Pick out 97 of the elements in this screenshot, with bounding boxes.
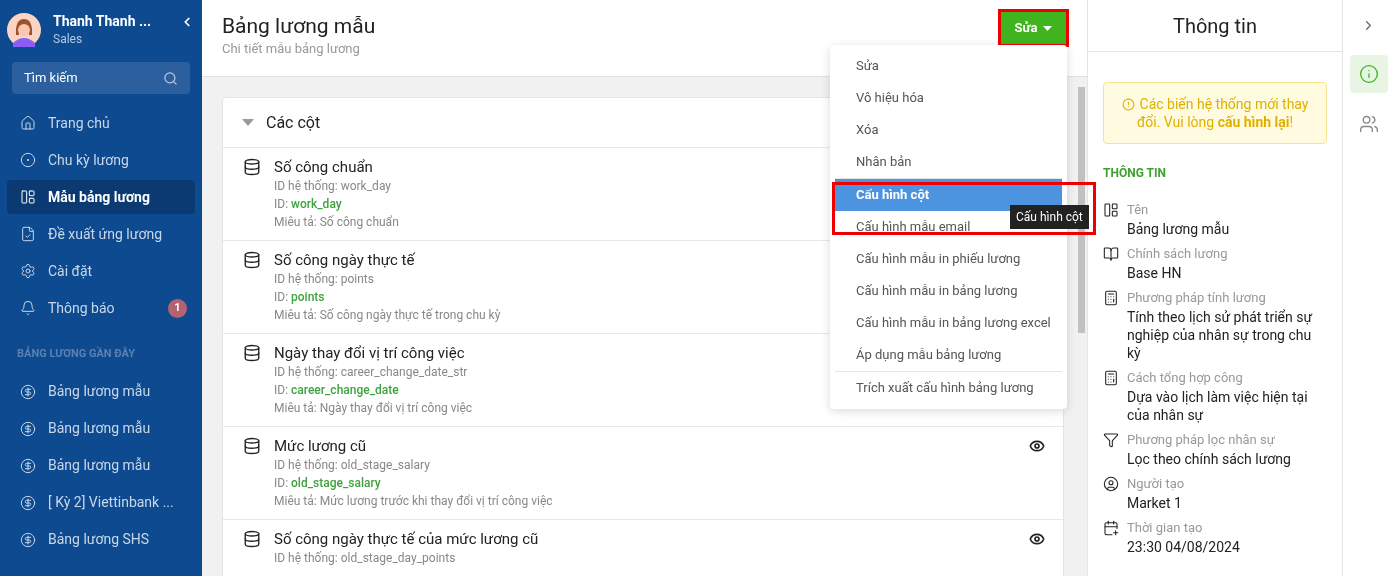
book-icon bbox=[1103, 246, 1119, 262]
menu-item[interactable]: Vô hiệu hóa bbox=[835, 82, 1062, 114]
database-icon bbox=[243, 158, 261, 176]
field-value: Market 1 bbox=[1127, 494, 1183, 512]
column-name: Mức lương cũ bbox=[274, 436, 366, 456]
field-value: 23:30 04/08/2024 bbox=[1127, 538, 1240, 556]
nav-item[interactable]: Trang chủ bbox=[7, 106, 195, 140]
section-heading: BẢNG LƯƠNG GẦN ĐÂY bbox=[17, 346, 136, 362]
circle-icon bbox=[20, 152, 36, 168]
dollar-icon bbox=[20, 457, 36, 474]
document-icon bbox=[20, 226, 36, 242]
page-subtitle: Chi tiết mẫu bảng lương bbox=[222, 40, 360, 58]
layout-icon bbox=[1103, 202, 1119, 218]
search-field[interactable]: Tìm kiếm bbox=[12, 62, 190, 94]
calendar-icon bbox=[1103, 520, 1119, 536]
menu-item[interactable]: Áp dụng mẫu bảng lương bbox=[835, 339, 1062, 371]
dollar-icon bbox=[20, 494, 36, 511]
nav-item[interactable]: Cài đặt bbox=[7, 254, 195, 288]
database-icon bbox=[243, 251, 261, 269]
field-value: Base HN bbox=[1127, 264, 1183, 282]
eye-icon[interactable] bbox=[1029, 438, 1045, 454]
search-input[interactable]: Tìm kiếm bbox=[24, 68, 163, 88]
system-id: ID hệ thống: career_change_date_str bbox=[274, 364, 468, 381]
field-value: Lọc theo chính sách lương bbox=[1127, 450, 1291, 468]
recent-item[interactable]: Bảng lương SHS bbox=[7, 522, 195, 557]
system-id: ID hệ thống: points bbox=[274, 271, 374, 288]
field-value: Bảng lương mẫu bbox=[1127, 220, 1230, 238]
calculator-icon bbox=[1103, 370, 1119, 386]
column-id: ID: old_stage_salary bbox=[274, 475, 381, 492]
notification-badge: 1 bbox=[168, 298, 187, 318]
column-id: ID: work_day bbox=[274, 196, 342, 213]
menu-item[interactable]: Sửa bbox=[835, 50, 1062, 82]
user-icon bbox=[1103, 476, 1119, 492]
system-id: ID hệ thống: old_stage_salary bbox=[274, 457, 430, 474]
calculator-icon bbox=[1103, 290, 1119, 306]
alert-icon bbox=[1121, 97, 1135, 111]
column-name: Số công chuẩn bbox=[274, 157, 373, 177]
column-name: Ngày thay đổi vị trí công việc bbox=[274, 343, 465, 363]
column-id: ID: career_change_date bbox=[274, 382, 399, 399]
dollar-icon bbox=[20, 383, 36, 400]
recent-item[interactable]: Bảng lương mẫu bbox=[7, 374, 195, 409]
nav-item[interactable]: Chu kỳ lương bbox=[7, 143, 195, 177]
dollar-icon bbox=[20, 420, 36, 437]
column-description: Miêu tả: Mức lương trước khi thay đổi vị trí công việc bbox=[274, 493, 553, 510]
field-label: Cách tổng hợp công bbox=[1127, 370, 1244, 386]
column-description: Miêu tả: Số công ngày thực tế trong chu kỳ bbox=[274, 307, 501, 324]
field-label: Phương pháp tính lương bbox=[1127, 290, 1267, 306]
field-value: Dựa vào lịch làm việc hiện tại của nhân sự bbox=[1127, 388, 1309, 424]
bell-icon bbox=[20, 300, 36, 316]
menu-item[interactable]: Cấu hình mẫu in bảng lương excel bbox=[835, 307, 1062, 339]
tooltip: Cấu hình cột bbox=[1010, 205, 1089, 229]
filter-icon bbox=[1103, 432, 1119, 448]
user-name: Thanh Thanh ... bbox=[53, 12, 153, 30]
recent-item[interactable]: Bảng lương mẫu bbox=[7, 411, 195, 446]
database-icon bbox=[243, 344, 261, 362]
nav-item[interactable]: Mẫu bảng lương bbox=[7, 180, 195, 214]
home-icon bbox=[20, 115, 36, 131]
recent-item[interactable]: [ Kỳ 2] Viettinbank ... bbox=[7, 485, 195, 520]
caret-down-icon bbox=[1043, 25, 1053, 31]
section-heading: THÔNG TIN bbox=[1103, 164, 1167, 182]
nav-item[interactable]: Thông báo 1 bbox=[7, 291, 195, 325]
column-name: Số công ngày thực tế của mức lương cũ bbox=[274, 529, 539, 549]
system-id: ID hệ thống: old_stage_day_points bbox=[274, 550, 456, 567]
users-icon bbox=[1358, 114, 1379, 134]
menu-item[interactable]: Xóa bbox=[835, 114, 1062, 146]
page-title: Bảng lương mẫu bbox=[222, 13, 376, 40]
collapse-caret-icon[interactable] bbox=[242, 119, 254, 126]
column-description: Miêu tả: Ngày thay đổi vị trí công việc bbox=[274, 400, 473, 417]
menu-item[interactable]: Trích xuất cấu hình bảng lương bbox=[835, 372, 1062, 404]
dollar-icon bbox=[20, 531, 36, 548]
field-label: Tên bbox=[1127, 202, 1150, 218]
field-value: Tính theo lịch sử phát triển sự nghiệp của nhân sự trong chu kỳ bbox=[1127, 308, 1314, 362]
system-id: ID hệ thống: work_day bbox=[274, 178, 391, 195]
menu-item[interactable]: Cấu hình mẫu in bảng lương bbox=[835, 275, 1062, 307]
user-role: Sales bbox=[53, 31, 84, 48]
database-icon bbox=[243, 530, 261, 548]
field-label: Người tạo bbox=[1127, 476, 1185, 492]
column-description: Miêu tả: Số công chuẩn bbox=[274, 214, 399, 231]
field-label: Chính sách lương bbox=[1127, 246, 1228, 262]
column-id: ID: points bbox=[274, 289, 325, 306]
field-label: Phương pháp lọc nhân sự bbox=[1127, 432, 1276, 448]
menu-item[interactable]: Cấu hình mẫu in phiếu lương bbox=[835, 243, 1062, 275]
panel-title: Thông tin bbox=[1088, 0, 1342, 52]
warning-text: Các biến hệ thống mới thay đổi. Vui lòng cấu hình lại! bbox=[1136, 96, 1309, 130]
column-name: Số công ngày thực tế bbox=[274, 250, 415, 270]
eye-icon[interactable] bbox=[1029, 531, 1045, 547]
layout-icon bbox=[20, 189, 36, 205]
field-label: Thời gian tạo bbox=[1127, 520, 1204, 536]
recent-item[interactable]: Bảng lương mẫu bbox=[7, 448, 195, 483]
nav-item[interactable]: Đề xuất ứng lương bbox=[7, 217, 195, 251]
info-icon bbox=[1358, 64, 1379, 84]
section-title: Các cột bbox=[266, 111, 321, 134]
avatar bbox=[7, 13, 41, 47]
database-icon bbox=[243, 437, 261, 455]
menu-item[interactable]: Nhân bản bbox=[835, 146, 1062, 178]
settings-icon bbox=[20, 263, 36, 279]
search-icon bbox=[163, 70, 178, 86]
